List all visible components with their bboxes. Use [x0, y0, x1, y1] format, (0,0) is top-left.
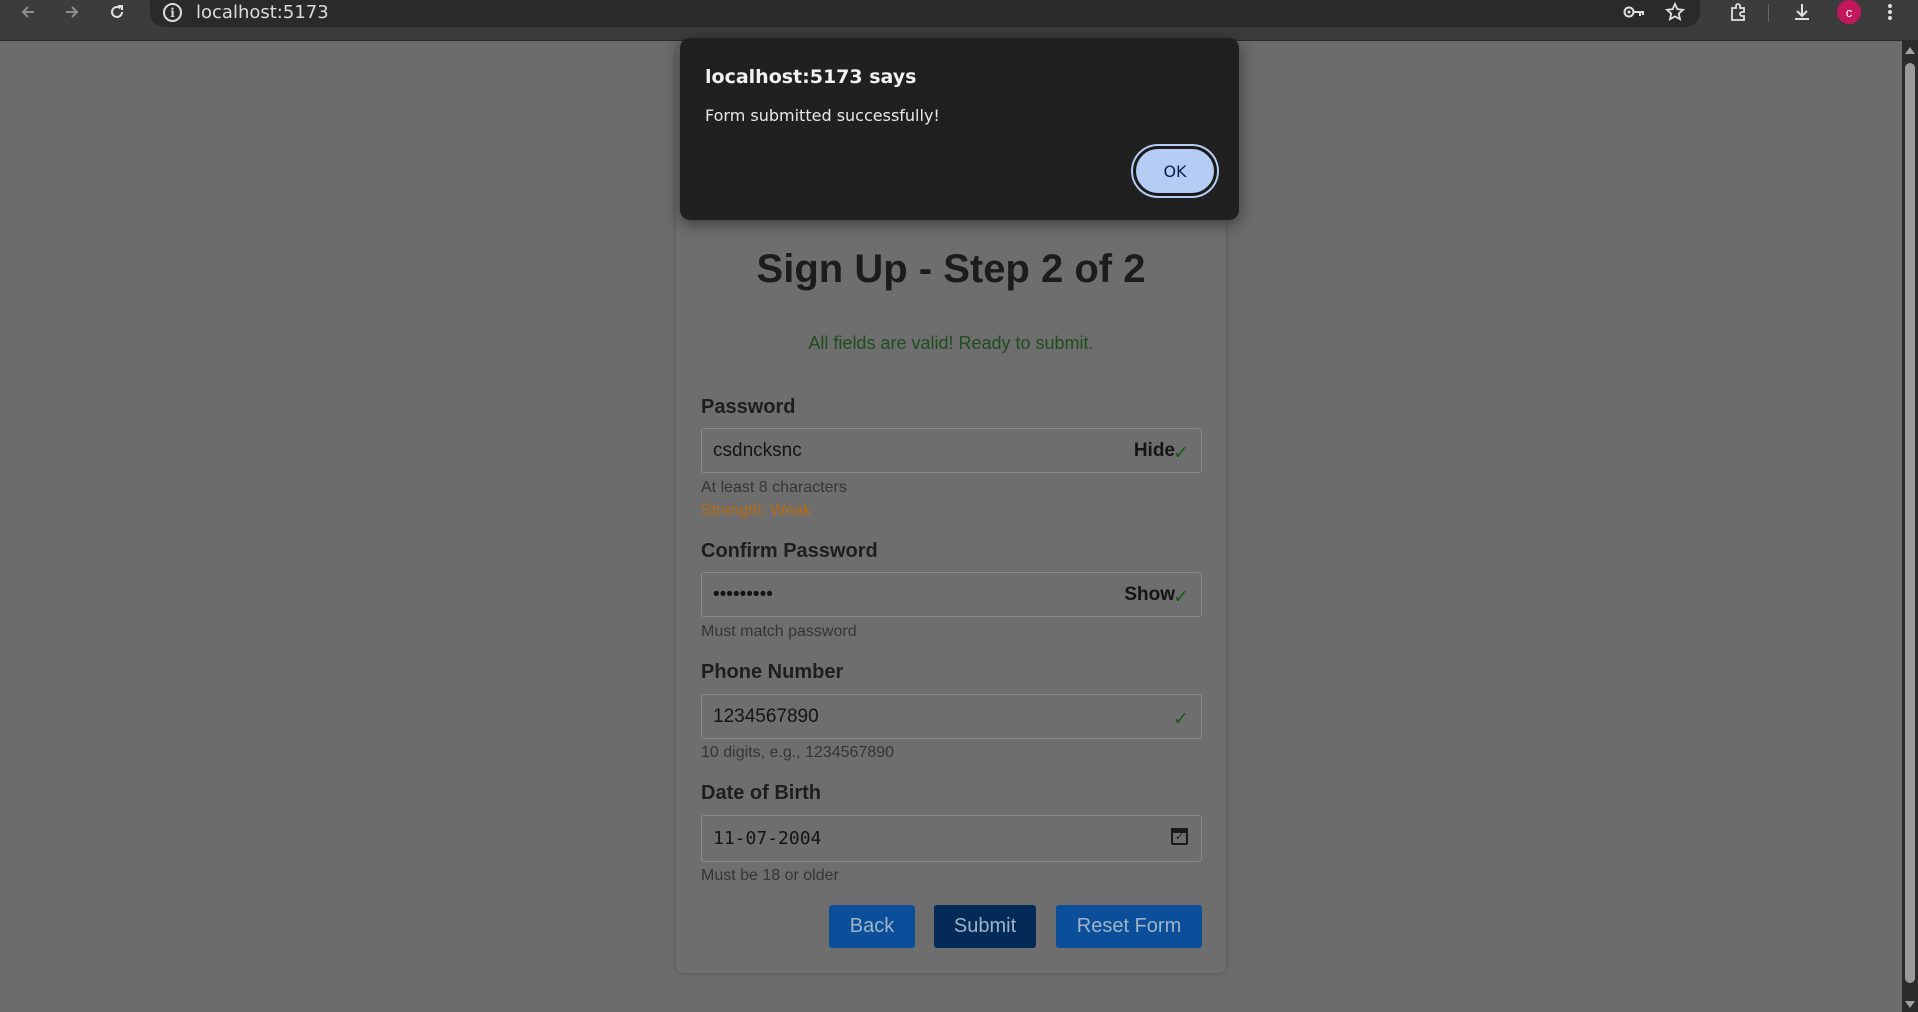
phone-label: Phone Number	[701, 661, 844, 683]
reload-icon[interactable]	[105, 0, 129, 24]
page-title: Sign Up - Step 2 of 2	[756, 247, 1146, 291]
scroll-up-arrow-icon[interactable]	[1905, 47, 1915, 54]
download-icon[interactable]	[1789, 0, 1815, 24]
address-bar-url: localhost:5173	[196, 2, 329, 23]
password-valid-check-icon: ✓	[1173, 442, 1189, 464]
confirm-password-hint: Must match password	[701, 623, 857, 640]
confirm-password-valid-check-icon: ✓	[1173, 586, 1189, 608]
validation-status-message: All fields are valid! Ready to submit.	[808, 333, 1094, 353]
password-label: Password	[701, 396, 796, 418]
password-strength: Strength: Weak	[701, 502, 811, 519]
scrollbar-thumb[interactable]	[1905, 63, 1915, 983]
reset-form-button[interactable]: Reset Form	[1056, 905, 1202, 948]
dialog-title: localhost:5173 says	[705, 66, 917, 88]
site-info-icon[interactable]: i	[163, 3, 182, 22]
phone-valid-check-icon: ✓	[1173, 708, 1189, 730]
phone-field[interactable]: 1234567890 ✓	[701, 694, 1202, 739]
kebab-menu-icon[interactable]	[1882, 0, 1898, 24]
confirm-password-field[interactable]: ••••••••• Show ✓	[701, 572, 1202, 617]
back-arrow-icon[interactable]	[16, 0, 40, 24]
confirm-password-show-toggle[interactable]: Show	[1124, 584, 1175, 606]
password-hide-toggle[interactable]: Hide	[1134, 440, 1175, 462]
dialog-ok-button[interactable]: OK	[1133, 146, 1217, 196]
dob-hint: Must be 18 or older	[701, 867, 839, 884]
dob-field[interactable]: 11-07-2004	[701, 815, 1202, 862]
forward-arrow-icon[interactable]	[60, 0, 84, 24]
page-scrollbar[interactable]	[1902, 41, 1918, 1012]
profile-avatar[interactable]: c	[1837, 0, 1861, 24]
phone-value: 1234567890	[713, 706, 819, 727]
submit-button[interactable]: Submit	[934, 905, 1036, 948]
password-field[interactable]: csdncksnc Hide ✓	[701, 428, 1202, 473]
password-key-icon[interactable]	[1621, 0, 1647, 24]
dialog-message: Form submitted successfully!	[705, 106, 940, 125]
alert-dialog: localhost:5173 says Form submitted succe…	[680, 38, 1239, 220]
dob-value: 11-07-2004	[713, 828, 822, 849]
phone-hint: 10 digits, e.g., 1234567890	[701, 744, 895, 761]
dob-label: Date of Birth	[701, 782, 821, 804]
calendar-icon[interactable]	[1171, 828, 1188, 845]
extensions-icon[interactable]	[1726, 0, 1752, 24]
password-hint: At least 8 characters	[701, 479, 847, 496]
password-value: csdncksnc	[713, 440, 802, 461]
confirm-password-value: •••••••••	[713, 584, 773, 605]
scroll-down-arrow-icon[interactable]	[1905, 1001, 1915, 1008]
bookmark-star-icon[interactable]	[1662, 0, 1688, 24]
address-bar[interactable]: i localhost:5173	[150, 0, 1700, 27]
confirm-password-label: Confirm Password	[701, 540, 878, 562]
toolbar-divider	[1768, 4, 1769, 22]
back-button[interactable]: Back	[829, 905, 915, 948]
browser-toolbar: i localhost:5173 c	[0, 0, 1918, 41]
